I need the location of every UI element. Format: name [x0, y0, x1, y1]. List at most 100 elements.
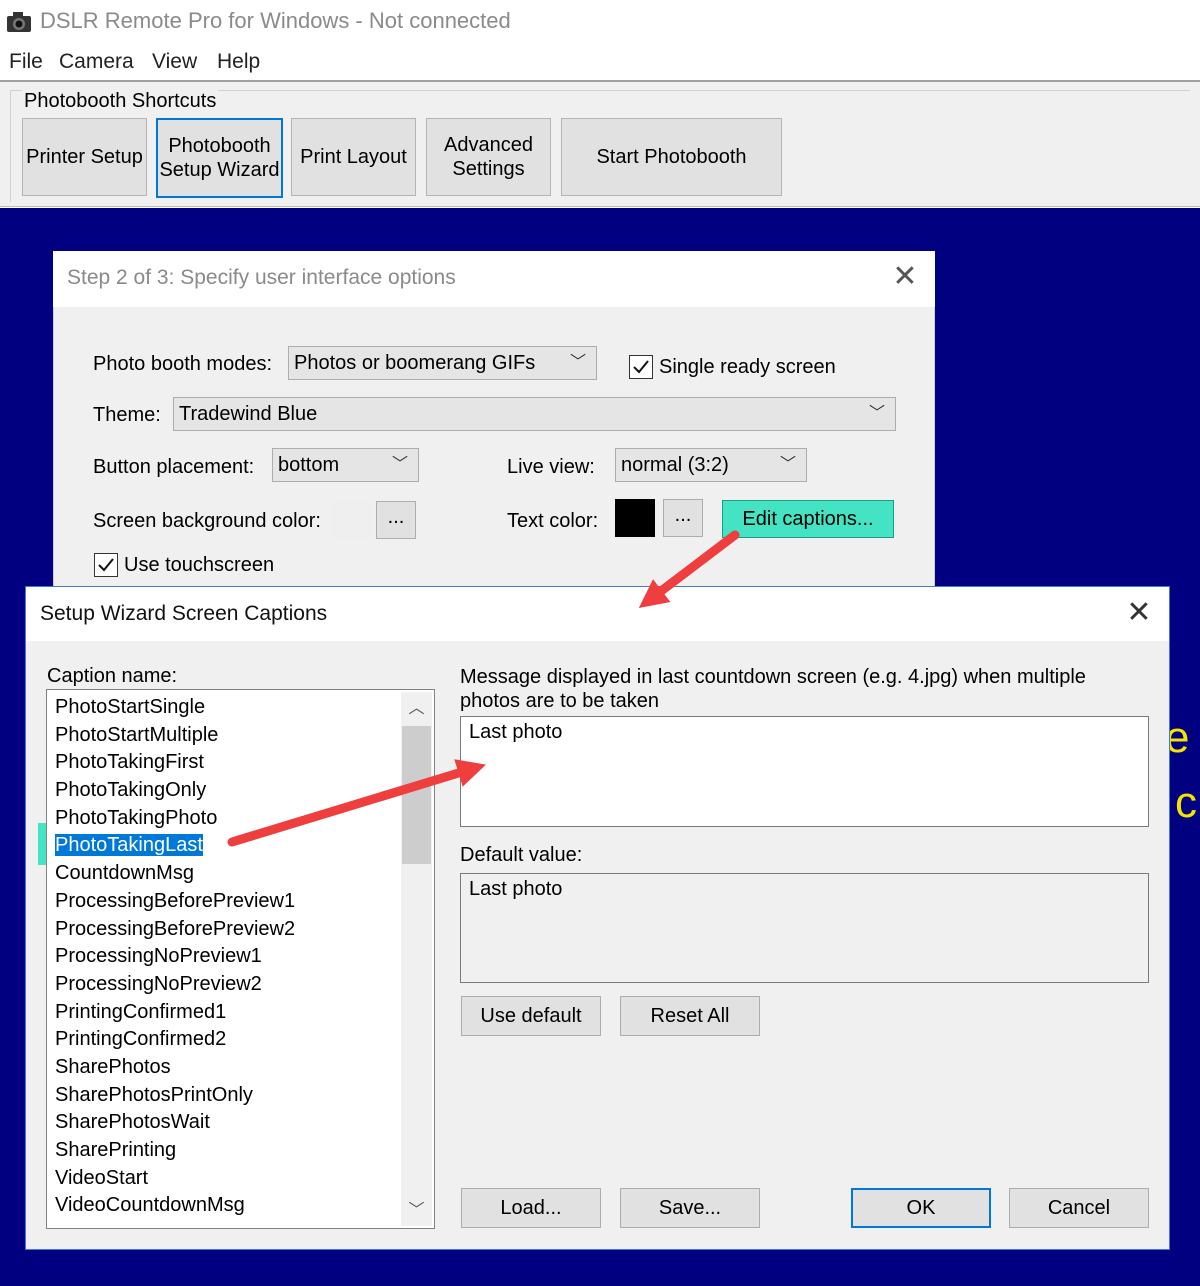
- default-value-label: Default value:: [460, 844, 583, 866]
- menu-help[interactable]: Help: [217, 50, 260, 74]
- menu-bar: File Camera View Help: [0, 44, 1200, 82]
- camera-app-icon: [6, 10, 32, 34]
- advanced-settings-button[interactable]: Advanced Settings: [426, 118, 551, 196]
- caption-list: PhotoStartSingle PhotoStartMultiple PhotoT…: [55, 694, 295, 1220]
- use-default-button[interactable]: Use default: [461, 996, 601, 1036]
- list-item-label: PhotoStartSingle: [55, 696, 206, 718]
- chevron-down-icon: ﹀: [569, 354, 586, 371]
- list-item-label: PhotoTakingOnly: [55, 779, 207, 802]
- start-photobooth-button[interactable]: Start Photobooth: [561, 118, 782, 196]
- live-view-select[interactable]: normal (3:2) ﹀: [615, 448, 807, 482]
- list-item[interactable]: CountdownMsg: [55, 860, 295, 888]
- reset-all-button[interactable]: Reset All: [620, 996, 760, 1036]
- photo-booth-modes-select[interactable]: Photos or boomerang GIFs ﹀: [288, 346, 597, 380]
- list-item[interactable]: SharePhotosPrintOnly: [55, 1082, 295, 1110]
- list-item-label: CountdownMsg: [55, 862, 194, 885]
- list-item[interactable]: PhotoTakingLast: [55, 832, 295, 860]
- list-item-label: ProcessingNoPreview1: [55, 945, 262, 968]
- save-button[interactable]: Save...: [620, 1188, 760, 1228]
- list-item[interactable]: PhotoTakingPhoto: [55, 805, 295, 833]
- text-color-button[interactable]: ...: [663, 499, 703, 537]
- chevron-down-icon: ﹀: [391, 456, 408, 473]
- chevron-down-icon: ﹀: [779, 456, 796, 473]
- list-item-label: VideoCountdownMsg: [55, 1194, 245, 1217]
- theme-label: Theme:: [93, 404, 161, 426]
- list-item-label: ProcessingBeforePreview2: [55, 917, 296, 940]
- cancel-button[interactable]: Cancel: [1009, 1188, 1149, 1228]
- list-item[interactable]: PrintingConfirmed1: [55, 999, 295, 1027]
- list-item-label: SharePrinting: [55, 1139, 177, 1161]
- list-item-label: SharePhotosPrintOnly: [55, 1083, 253, 1106]
- list-item-label: PhotoTakingLast: [55, 834, 203, 857]
- close-icon[interactable]: ✕: [890, 262, 920, 292]
- single-ready-screen-label: Single ready screen: [659, 356, 836, 378]
- use-touchscreen-label: Use touchscreen: [124, 554, 275, 576]
- list-item[interactable]: ProcessingNoPreview1: [55, 943, 295, 971]
- button-placement-label: Button placement:: [93, 456, 255, 478]
- message-description-label: Message displayed in last countdown scre…: [460, 666, 1086, 712]
- step-dialog-title: Step 2 of 3: Specify user interface opti…: [67, 266, 456, 289]
- checkmark-icon: [98, 558, 114, 572]
- menu-file[interactable]: File: [9, 50, 43, 74]
- close-icon[interactable]: ✕: [1124, 598, 1154, 628]
- list-item-label: VideoStart: [55, 1166, 149, 1189]
- use-touchscreen-checkbox[interactable]: [94, 553, 118, 577]
- list-item-label: SharePhotos: [55, 1055, 171, 1078]
- list-item[interactable]: PhotoTakingOnly: [55, 777, 295, 805]
- list-item-label: ProcessingBeforePreview1: [55, 889, 296, 912]
- list-item[interactable]: PhotoTakingFirst: [55, 749, 295, 777]
- photobooth-setup-wizard-button[interactable]: Photobooth Setup Wizard: [156, 118, 283, 198]
- captions-dialog-title: Setup Wizard Screen Captions: [40, 602, 328, 625]
- list-item[interactable]: SharePhotos: [55, 1054, 295, 1082]
- list-item[interactable]: ProcessingBeforePreview2: [55, 916, 295, 944]
- scroll-up-icon[interactable]: ︿: [401, 694, 432, 724]
- message-textarea[interactable]: Last photo: [460, 716, 1149, 827]
- default-value-textarea: Last photo: [460, 873, 1149, 983]
- screen-background-color-label: Screen background color:: [93, 510, 321, 532]
- button-placement-select[interactable]: bottom ﹀: [272, 448, 419, 482]
- ok-button[interactable]: OK: [851, 1188, 991, 1228]
- photo-booth-modes-value: Photos or boomerang GIFs: [294, 352, 536, 374]
- list-item[interactable]: SharePhotosWait: [55, 1109, 295, 1137]
- list-item-label: ProcessingNoPreview2: [55, 972, 262, 995]
- screen-background-color-button[interactable]: ...: [376, 501, 416, 539]
- live-view-label: Live view:: [507, 456, 595, 478]
- window-title: DSLR Remote Pro for Windows - Not connec…: [40, 8, 511, 33]
- list-item[interactable]: ProcessingBeforePreview1: [55, 888, 295, 916]
- checkmark-icon: [633, 360, 649, 374]
- theme-value: Tradewind Blue: [179, 403, 318, 425]
- chevron-down-icon: ﹀: [868, 405, 885, 422]
- menu-camera[interactable]: Camera: [59, 50, 134, 74]
- list-item[interactable]: ProcessingNoPreview2: [55, 971, 295, 999]
- screen-background-color-swatch: [332, 501, 372, 539]
- list-item-label: SharePhotosWait: [55, 1111, 210, 1134]
- list-item[interactable]: PrintingConfirmed2: [55, 1026, 295, 1054]
- load-button[interactable]: Load...: [461, 1188, 601, 1228]
- scrollbar-thumb[interactable]: [402, 726, 431, 864]
- scroll-down-icon[interactable]: ﹀: [401, 1196, 432, 1226]
- print-layout-button[interactable]: Print Layout: [291, 118, 416, 196]
- list-item[interactable]: PhotoStartMultiple: [55, 722, 295, 750]
- shortcuts-group-label: Photobooth Shortcuts: [22, 90, 219, 113]
- single-ready-screen-checkbox[interactable]: [629, 355, 653, 379]
- live-view-value: normal (3:2): [621, 454, 729, 476]
- text-color-label: Text color:: [507, 510, 599, 532]
- caption-name-label: Caption name:: [47, 665, 178, 687]
- button-placement-value: bottom: [278, 454, 340, 476]
- list-item[interactable]: VideoStart: [55, 1165, 295, 1193]
- background-text-fragment: c: [1175, 778, 1197, 827]
- list-item-label: PrintingConfirmed1: [55, 1000, 227, 1023]
- caption-listbox[interactable]: PhotoStartSingle PhotoStartMultiple PhotoT…: [46, 689, 435, 1229]
- list-item-label: PhotoTakingFirst: [55, 751, 204, 774]
- theme-select[interactable]: Tradewind Blue ﹀: [173, 397, 896, 431]
- list-item-label: PhotoTakingPhoto: [55, 806, 218, 829]
- photo-booth-modes-label: Photo booth modes:: [93, 353, 273, 375]
- list-item[interactable]: SharePrinting: [55, 1137, 295, 1165]
- menu-view[interactable]: View: [152, 50, 197, 74]
- list-item[interactable]: PhotoStartSingle: [55, 694, 295, 722]
- printer-setup-button[interactable]: Printer Setup: [22, 118, 147, 196]
- list-item[interactable]: VideoCountdownMsg: [55, 1192, 295, 1220]
- list-item-label: PrintingConfirmed2: [55, 1028, 227, 1051]
- edit-captions-button[interactable]: Edit captions...: [722, 500, 894, 538]
- text-color-swatch: [615, 499, 655, 537]
